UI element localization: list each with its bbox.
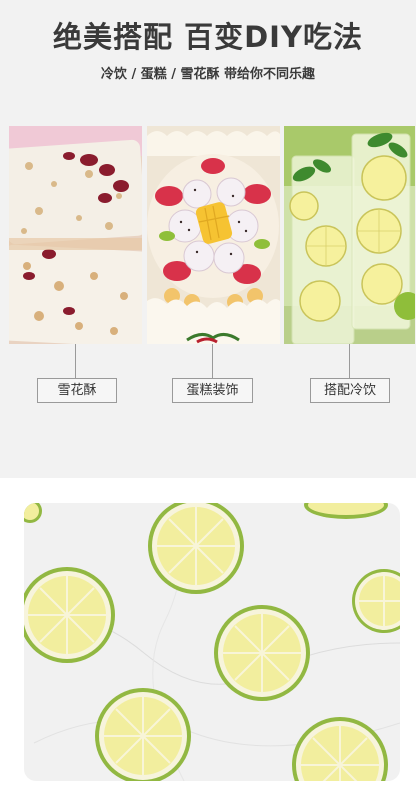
tag-nougat: 雪花酥 bbox=[37, 378, 117, 403]
usage-section: 绝美搭配 百变DIY吃法 冷饮 / 蛋糕 / 雪花酥 带给你不同乐趣 雪花酥 蛋… bbox=[0, 0, 416, 478]
page-title: 绝美搭配 百变DIY吃法 bbox=[53, 20, 363, 54]
tag-cold-drink: 搭配冷饮 bbox=[310, 378, 390, 403]
leader-line bbox=[212, 344, 213, 378]
cake-photo bbox=[147, 126, 280, 344]
leader-line bbox=[75, 344, 76, 378]
nougat-photo bbox=[9, 126, 142, 344]
page-subtitle: 冷饮 / 蛋糕 / 雪花酥 带给你不同乐趣 bbox=[100, 67, 316, 82]
usage-photos bbox=[9, 126, 415, 344]
tag-cake-decoration: 蛋糕装饰 bbox=[172, 378, 253, 403]
drink-photo bbox=[284, 126, 415, 344]
dried-lemon-photo bbox=[24, 503, 400, 781]
leader-line bbox=[349, 344, 350, 378]
